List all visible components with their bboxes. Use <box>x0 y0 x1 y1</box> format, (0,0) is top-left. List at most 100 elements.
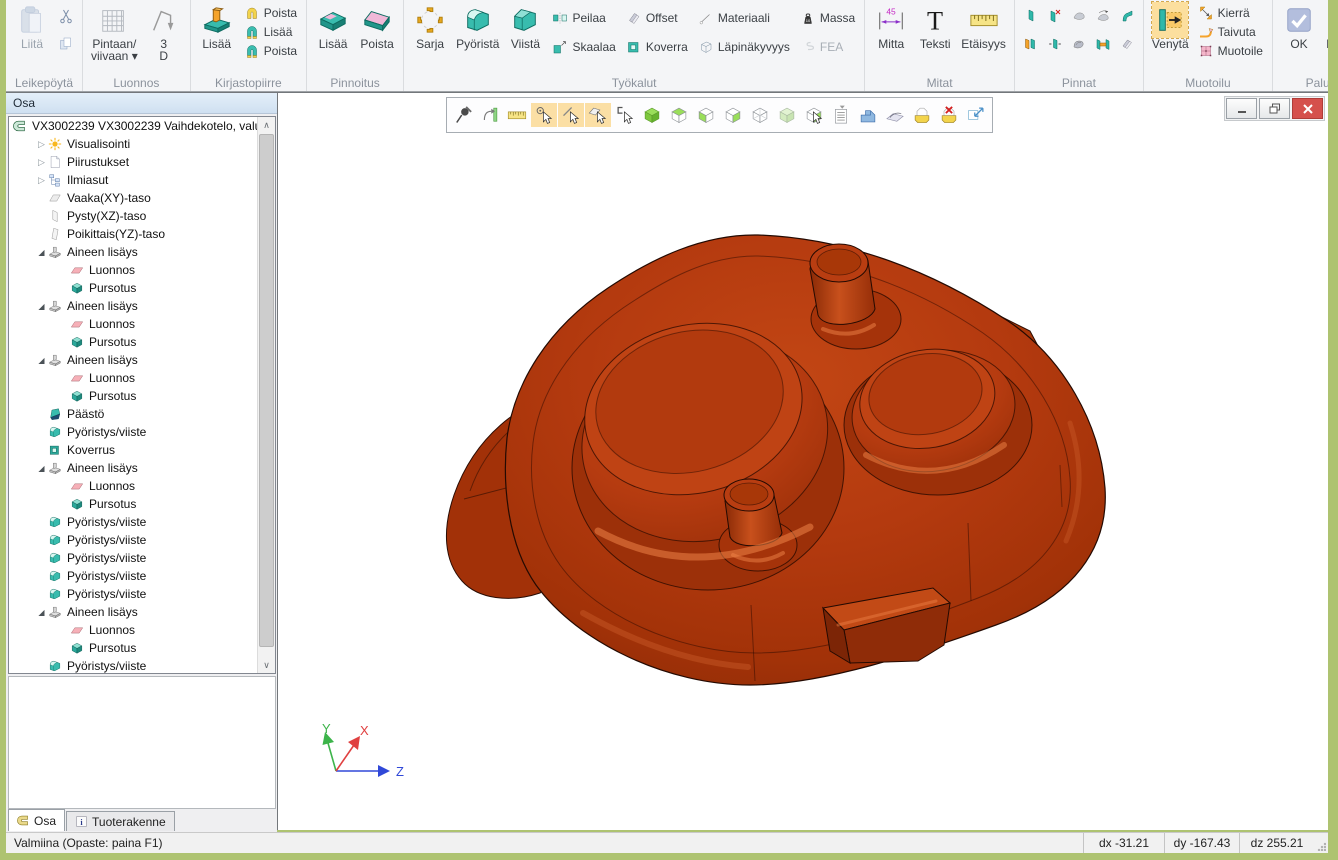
expand-arrow-icon[interactable]: ◢ <box>35 248 48 257</box>
rotate-view-button[interactable] <box>477 103 503 127</box>
tree-item-aineen-lisays[interactable]: ◢Aineen lisäys <box>9 351 258 369</box>
tree-item-pursotus[interactable]: Pursotus <box>9 279 258 297</box>
scroll-down-button[interactable]: ∨ <box>258 657 275 673</box>
expand-arrow-icon[interactable]: ◢ <box>35 356 48 365</box>
sarja-button[interactable]: Sarja <box>409 2 451 50</box>
tree-item-luonnos[interactable]: Luonnos <box>9 621 258 639</box>
tree-item-aineen-lisays[interactable]: ◢Aineen lisäys <box>9 603 258 621</box>
view-top-button[interactable] <box>666 103 692 127</box>
tree-item-luonnos[interactable]: Luonnos <box>9 477 258 495</box>
view-translucent-button[interactable] <box>774 103 800 127</box>
tree-item-pyoristys-viiste[interactable]: Pyöristys/viiste <box>9 423 258 441</box>
view-list-button[interactable] <box>828 103 854 127</box>
fea-button[interactable]: FEA <box>796 38 859 56</box>
tree-item-piirustukset[interactable]: ▷Piirustukset <box>9 153 258 171</box>
pinta-taivuta-button[interactable] <box>1116 4 1138 28</box>
pinta-poista-button[interactable] <box>1044 4 1066 28</box>
tree-item-pyoristys-viiste[interactable]: Pyöristys/viiste <box>9 513 258 531</box>
offset-button[interactable]: Offset <box>622 9 692 27</box>
tree-scrollbar[interactable]: ∧ ∨ <box>257 117 275 673</box>
snap-circle-button[interactable] <box>531 103 557 127</box>
pinta-rajaa-button[interactable] <box>1092 32 1114 56</box>
tab-osa[interactable]: Osa <box>8 809 65 831</box>
liita-button[interactable]: Liitä <box>11 2 53 50</box>
mitta-button[interactable]: 45Mitta <box>870 2 912 50</box>
bin-delete-button[interactable] <box>936 103 962 127</box>
materiaali-button[interactable]: Materiaali <box>694 9 794 27</box>
step-export-button[interactable] <box>855 103 881 127</box>
tree-item-pursotus[interactable]: Pursotus <box>9 387 258 405</box>
koverra-button[interactable]: Koverra <box>622 38 692 56</box>
tree-item-pyoristys-viiste[interactable]: Pyöristys/viiste <box>9 567 258 585</box>
kierra-button[interactable]: Kierrä <box>1194 4 1267 22</box>
measure-ruler-button[interactable] <box>504 103 530 127</box>
kirjasto-lisaa-button[interactable]: Lisää <box>196 2 238 50</box>
skaalaa-button[interactable]: Skaalaa <box>548 38 619 56</box>
tree-item-pyoristys-viiste[interactable]: Pyöristys/viiste <box>9 549 258 567</box>
expand-arrow-icon[interactable]: ◢ <box>35 302 48 311</box>
pinta-muokkaa-button[interactable] <box>1092 4 1114 28</box>
viewport-canvas[interactable]: Y X Z <box>277 92 1328 830</box>
pinta-paikkaa-button[interactable] <box>1068 4 1090 28</box>
tree-item-poikittais-yz-taso[interactable]: Poikittais(YZ)-taso <box>9 225 258 243</box>
tree-item-visualisointi[interactable]: ▷Visualisointi <box>9 135 258 153</box>
restore-button[interactable] <box>1259 98 1290 119</box>
tree-item-pursotus[interactable]: Pursotus <box>9 495 258 513</box>
snap-plane-button[interactable] <box>585 103 611 127</box>
pin-button[interactable] <box>450 103 476 127</box>
etaisyys-button[interactable]: Etäisyys <box>958 2 1009 50</box>
pinta-offset-button[interactable] <box>1116 32 1138 56</box>
scroll-up-button[interactable]: ∧ <box>258 117 275 133</box>
tab-tuoterakenne[interactable]: iTuoterakenne <box>66 811 175 831</box>
ok-button[interactable]: OK <box>1278 2 1320 50</box>
pinnoitus-lisaa-button[interactable]: Lisää <box>312 2 354 50</box>
venyta-button[interactable]: Venytä <box>1149 2 1192 50</box>
kirjasto-poista-1-button[interactable]: Poista <box>240 4 301 22</box>
leikkaa-button[interactable] <box>55 4 77 28</box>
scroll-thumb[interactable] <box>259 134 274 647</box>
tree-item-pyoristys-viiste[interactable]: Pyöristys/viiste <box>9 657 258 673</box>
luonnos-3d-button[interactable]: 3D <box>143 2 185 62</box>
tree-item-koverrus[interactable]: Koverrus <box>9 441 258 459</box>
tree-item-pursotus[interactable]: Pursotus <box>9 639 258 657</box>
tree-item-paasto[interactable]: Päästö <box>9 405 258 423</box>
select-entity-button[interactable] <box>612 103 638 127</box>
close-button[interactable] <box>1292 98 1323 119</box>
bin-save-button[interactable] <box>909 103 935 127</box>
tree-item-luonnos[interactable]: Luonnos <box>9 315 258 333</box>
massa-button[interactable]: 10Massa <box>796 9 859 27</box>
kirjasto-lisaa-2-button[interactable]: Lisää <box>240 23 301 41</box>
expand-arrow-icon[interactable]: ▷ <box>35 175 48 186</box>
peilaa-button[interactable]: Peilaa <box>548 9 619 27</box>
expand-arrow-icon[interactable]: ▷ <box>35 157 48 168</box>
teksti-button[interactable]: TTeksti <box>914 2 956 50</box>
view-select-button[interactable] <box>801 103 827 127</box>
tree-item-aineen-lisays[interactable]: ◢Aineen lisäys <box>9 243 258 261</box>
resize-grip[interactable] <box>1314 833 1328 853</box>
tree-item-luonnos[interactable]: Luonnos <box>9 261 258 279</box>
view-shaded-button[interactable] <box>639 103 665 127</box>
tree-item-part-root[interactable]: VX3002239 VX3002239 Vaihdekotelo, valu <box>9 117 258 135</box>
pinta-kaariste-button[interactable] <box>1068 32 1090 56</box>
kirjasto-poista-2-button[interactable]: Poista <box>240 42 301 60</box>
pinnoitus-poista-button[interactable]: Poista <box>356 2 398 50</box>
poistu-button[interactable]: Poistu <box>1322 2 1328 50</box>
muotoile-button[interactable]: Muotoile <box>1194 42 1267 60</box>
tree-item-pyoristys-viiste[interactable]: Pyöristys/viiste <box>9 585 258 603</box>
snap-line-button[interactable] <box>558 103 584 127</box>
export-window-button[interactable] <box>963 103 989 127</box>
pintaan-viivaan-button[interactable]: Pintaan/viivaan ▾ <box>88 2 141 62</box>
tree-item-aineen-lisays[interactable]: ◢Aineen lisäys <box>9 459 258 477</box>
view-front-button[interactable] <box>693 103 719 127</box>
expand-arrow-icon[interactable]: ◢ <box>35 608 48 617</box>
pinta-venyta-button[interactable] <box>1044 32 1066 56</box>
tree-item-luonnos[interactable]: Luonnos <box>9 369 258 387</box>
view-wire-button[interactable] <box>747 103 773 127</box>
expand-arrow-icon[interactable]: ▷ <box>35 139 48 150</box>
lapinakyvyys-button[interactable]: Läpinäkyvyys <box>694 38 794 56</box>
view-right-button[interactable] <box>720 103 746 127</box>
tree-item-ilmiasut[interactable]: ▷Ilmiasut <box>9 171 258 189</box>
expand-arrow-icon[interactable]: ◢ <box>35 464 48 473</box>
tree-item-pursotus[interactable]: Pursotus <box>9 333 258 351</box>
kopioi-button[interactable] <box>55 32 77 56</box>
